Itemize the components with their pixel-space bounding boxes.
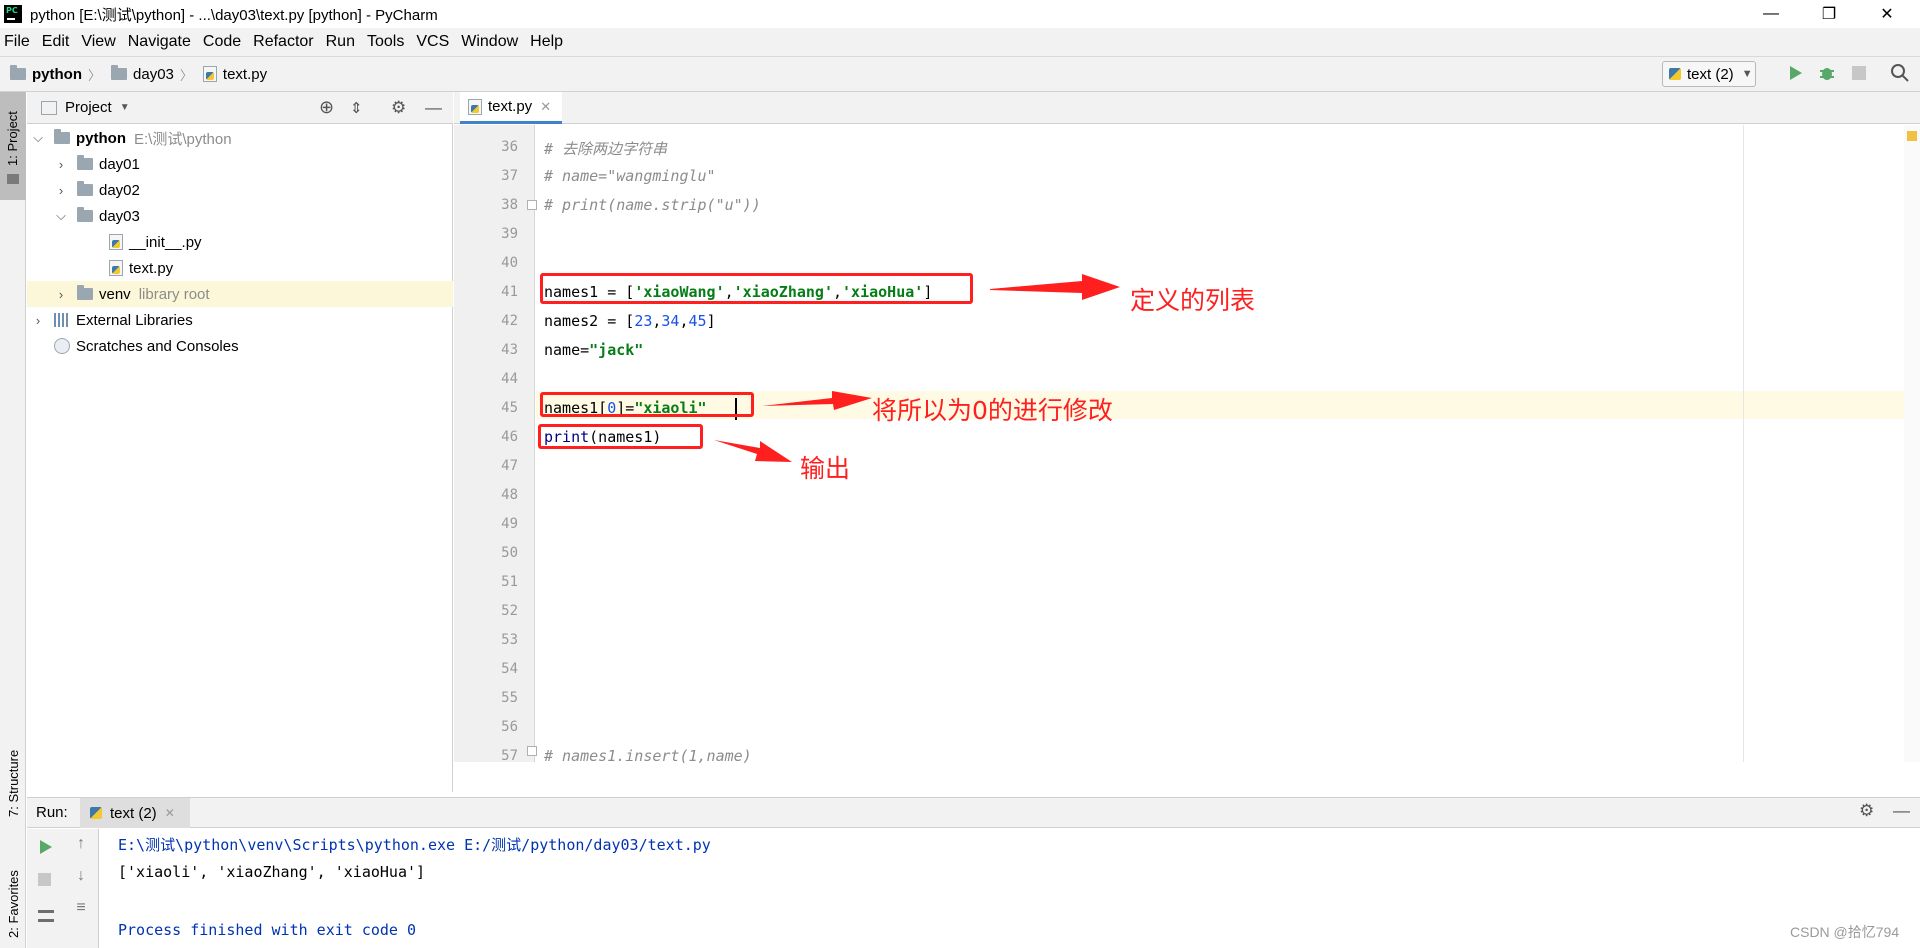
rerun-button[interactable] [36, 838, 54, 856]
run-tab-text-2[interactable]: text (2) ✕ [80, 798, 190, 828]
annotation-define-list: 定义的列表 [1130, 286, 1256, 315]
close-tab-icon[interactable]: ✕ [165, 806, 175, 820]
console-line-exit: Process finished with exit code 0 [118, 921, 417, 939]
run-panel-label: Run: [36, 804, 68, 821]
arrow-to-output [714, 440, 792, 462]
arrow-to-modify [762, 391, 872, 410]
play-icon [40, 840, 52, 854]
gear-icon[interactable]: ⚙ [1859, 801, 1874, 821]
arrow-to-list [990, 274, 1120, 300]
run-tab-label: text (2) [110, 804, 157, 822]
watermark: CSDN @拾忆794 [1790, 924, 1900, 940]
arrow-down-icon[interactable]: ↓ [71, 867, 91, 885]
layout-icon[interactable] [38, 910, 54, 922]
annotation-output: 输出 [800, 454, 851, 483]
hide-panel-icon[interactable]: — [1893, 801, 1910, 821]
stop-button[interactable] [38, 873, 51, 886]
run-panel-header: Run: ⚙ — [27, 797, 1920, 828]
arrow-up-icon[interactable]: ↑ [71, 835, 91, 853]
console-line-command: E:\测试\python\venv\Scripts\python.exe E:/… [118, 836, 711, 854]
console-line-output: ['xiaoli', 'xiaoZhang', 'xiaoHua'] [118, 863, 426, 881]
python-icon [90, 807, 102, 819]
annotation-modify: 将所以为0的进行修改 [872, 396, 1113, 425]
soft-wrap-icon[interactable]: ≡ [71, 899, 91, 917]
